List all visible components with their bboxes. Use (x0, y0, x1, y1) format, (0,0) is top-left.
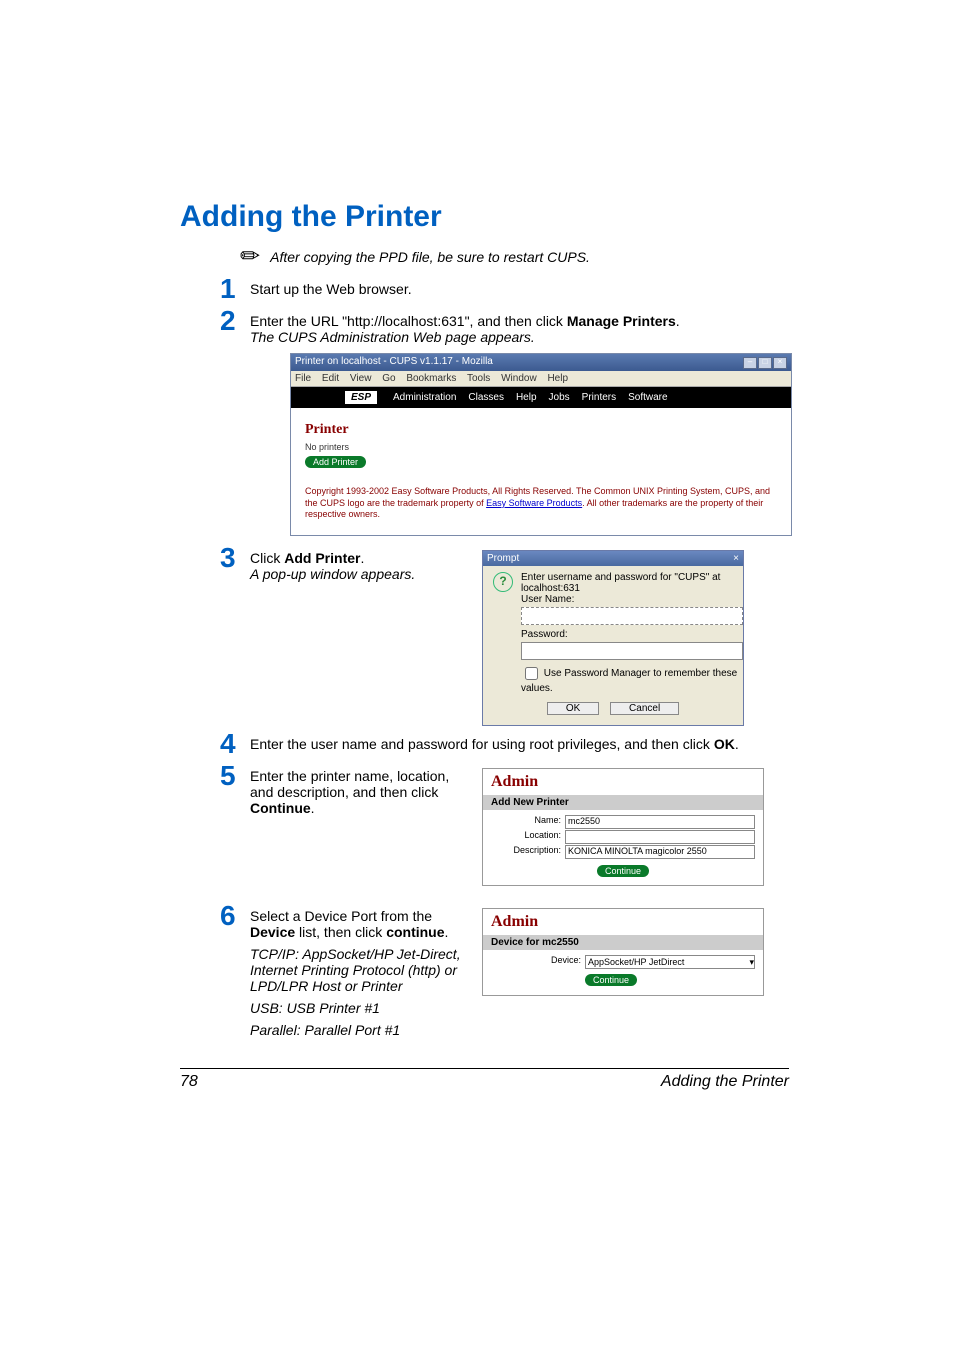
menu-window[interactable]: Window (501, 373, 537, 384)
text: . (360, 550, 364, 566)
step-number: 1 (220, 275, 250, 303)
text: Click (250, 550, 284, 566)
step-2-text: Enter the URL "http://localhost:631", an… (250, 307, 789, 345)
pencil-icon: ✏ (240, 242, 260, 271)
admin-sub: Add New Printer (483, 795, 763, 810)
nav-classes[interactable]: Classes (468, 392, 504, 403)
step-6-text: Select a Device Port from the Device lis… (250, 908, 482, 1038)
browser-titlebar: Printer on localhost - CUPS v1.1.17 - Mo… (291, 354, 791, 371)
menu-tools[interactable]: Tools (467, 373, 490, 384)
chevron-down-icon: ▾ (749, 957, 754, 968)
location-label: Location: (491, 830, 565, 844)
text: Enter the URL "http://localhost:631", an… (250, 313, 567, 329)
continue-button[interactable]: Continue (585, 974, 637, 986)
step-6-sub2: USB: USB Printer #1 (250, 1000, 470, 1016)
step-3-sub: A pop-up window appears. (250, 566, 470, 582)
step-number: 4 (220, 730, 250, 758)
easy-software-link[interactable]: Easy Software Products (486, 498, 582, 508)
admin-device-panel: Admin Device for mc2550 Device: AppSocke… (482, 908, 764, 996)
menu-edit[interactable]: Edit (322, 373, 339, 384)
window-controls-icon[interactable]: –□× (742, 356, 787, 369)
browser-screenshot: Printer on localhost - CUPS v1.1.17 - Mo… (290, 353, 792, 536)
text: . (735, 736, 739, 752)
device-select[interactable]: AppSocket/HP JetDirect ▾ (585, 955, 755, 969)
step-number: 3 (220, 544, 250, 572)
ok-button[interactable]: OK (547, 702, 599, 715)
step-2-sub: The CUPS Administration Web page appears… (250, 329, 789, 345)
add-printer-button[interactable]: Add Printer (305, 456, 366, 468)
step-5-text: Enter the printer name, location, and de… (250, 768, 482, 816)
device-value: AppSocket/HP JetDirect (588, 957, 684, 967)
text: list, then click (295, 924, 386, 940)
step-number: 6 (220, 902, 250, 930)
cups-footer: Copyright 1993-2002 Easy Software Produc… (291, 478, 791, 535)
nav-help[interactable]: Help (516, 392, 537, 403)
text-bold: Manage Printers (567, 313, 676, 329)
password-label: Password: (521, 629, 743, 640)
step-number: 2 (220, 307, 250, 335)
auth-prompt: Prompt × ? Enter username and password f… (482, 550, 744, 726)
admin-sub: Device for mc2550 (483, 935, 763, 950)
prompt-titlebar: Prompt × (483, 551, 743, 566)
step-6-sub1: TCP/IP: AppSocket/HP Jet-Direct, Interne… (250, 946, 470, 994)
menu-bookmarks[interactable]: Bookmarks (406, 373, 456, 384)
prompt-title: Prompt (487, 553, 519, 564)
password-input[interactable] (521, 642, 743, 660)
cups-heading: Printer (305, 422, 777, 438)
name-input[interactable]: mc2550 (565, 815, 755, 829)
page-title: Adding the Printer (180, 200, 789, 234)
name-label: Name: (491, 815, 565, 829)
device-label: Device: (491, 955, 585, 969)
menu-view[interactable]: View (350, 373, 372, 384)
menu-go[interactable]: Go (382, 373, 395, 384)
admin-heading: Admin (483, 769, 763, 795)
text-bold: OK (714, 736, 735, 752)
page-footer: 78 Adding the Printer (180, 1068, 789, 1091)
username-input[interactable] (521, 607, 743, 625)
browser-title: Printer on localhost - CUPS v1.1.17 - Mo… (295, 356, 493, 369)
remember-checkbox[interactable] (525, 667, 538, 680)
location-input[interactable] (565, 830, 755, 844)
text-bold: Continue (250, 800, 311, 816)
admin-add-printer-panel: Admin Add New Printer Name:mc2550 Locati… (482, 768, 764, 886)
description-label: Description: (491, 845, 565, 859)
text: Enter the printer name, location, and de… (250, 768, 449, 800)
footer-section: Adding the Printer (661, 1073, 789, 1091)
note-text: After copying the PPD file, be sure to r… (270, 249, 590, 265)
no-printers-text: No printers (305, 442, 777, 452)
cups-navbar: ESP Administration Classes Help Jobs Pri… (291, 387, 791, 408)
nav-administration[interactable]: Administration (393, 392, 456, 403)
menu-help[interactable]: Help (547, 373, 568, 384)
esp-logo: ESP (345, 391, 377, 404)
step-3-text: Click Add Printer. A pop-up window appea… (250, 550, 482, 582)
text: . (676, 313, 680, 329)
text: . (311, 800, 315, 816)
text: . (445, 924, 449, 940)
step-6-sub3: Parallel: Parallel Port #1 (250, 1022, 470, 1038)
nav-jobs[interactable]: Jobs (549, 392, 570, 403)
username-label: User Name: (521, 594, 743, 605)
cancel-button[interactable]: Cancel (610, 702, 679, 715)
remember-label: Use Password Manager to remember these v… (521, 668, 737, 694)
text: Select a Device Port from the (250, 908, 432, 924)
text-bold: Add Printer (284, 550, 360, 566)
nav-software[interactable]: Software (628, 392, 667, 403)
menu-file[interactable]: File (295, 373, 311, 384)
step-4-text: Enter the user name and password for usi… (250, 730, 789, 752)
continue-button[interactable]: Continue (597, 865, 649, 877)
text-bold: Device (250, 924, 295, 940)
browser-menubar[interactable]: File Edit View Go Bookmarks Tools Window… (291, 371, 791, 387)
page-number: 78 (180, 1073, 198, 1091)
question-icon: ? (493, 572, 513, 592)
nav-printers[interactable]: Printers (582, 392, 616, 403)
step-1-text: Start up the Web browser. (250, 275, 789, 297)
admin-heading: Admin (483, 909, 763, 935)
close-icon[interactable]: × (733, 553, 739, 564)
text-bold: continue (386, 924, 444, 940)
note: ✏ After copying the PPD file, be sure to… (240, 242, 789, 271)
step-number: 5 (220, 762, 250, 790)
prompt-message: Enter username and password for "CUPS" a… (521, 572, 743, 594)
text: Enter the user name and password for usi… (250, 736, 714, 752)
description-input[interactable]: KONICA MINOLTA magicolor 2550 (565, 845, 755, 859)
